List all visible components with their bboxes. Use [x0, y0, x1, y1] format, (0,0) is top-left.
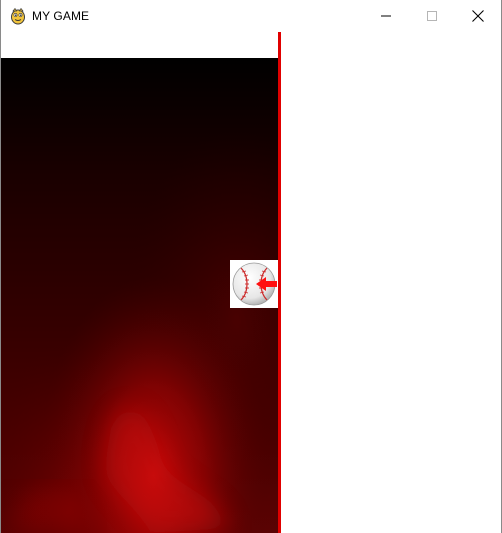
- game-canvas[interactable]: [1, 32, 501, 533]
- window-title: MY GAME: [32, 9, 90, 23]
- title-bar[interactable]: MY GAME: [1, 0, 501, 32]
- close-button[interactable]: [455, 0, 501, 32]
- minimize-button[interactable]: [363, 0, 409, 32]
- minimize-icon: [381, 11, 391, 21]
- red-divider-line: [278, 32, 281, 533]
- game-window: MY GAME: [0, 0, 502, 533]
- close-icon: [472, 10, 484, 22]
- baseball-sprite: [230, 260, 278, 308]
- maximize-button[interactable]: [409, 0, 455, 32]
- pygame-snake-icon: [10, 7, 26, 25]
- maximize-icon: [427, 11, 437, 21]
- baseball-icon: [230, 260, 278, 308]
